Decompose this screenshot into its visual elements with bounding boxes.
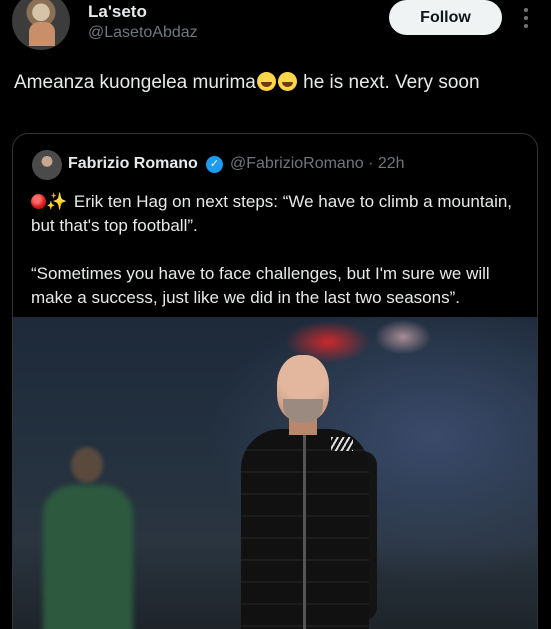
quoted-line-2: “Sometimes you have to face challenges, … — [31, 264, 490, 307]
tweet-text-part-2: he is next. Very soon — [297, 72, 480, 93]
tweet-text: Ameanza kuongelea murima he is next. Ver… — [14, 70, 534, 95]
avatar[interactable] — [12, 0, 70, 50]
more-options-icon[interactable] — [520, 4, 532, 32]
quoted-time: · 22h — [368, 155, 405, 172]
background-person — [33, 447, 143, 629]
quoted-author-name[interactable]: Fabrizio Romano — [68, 155, 198, 173]
author-handle[interactable]: @LasetoAbdaz — [88, 24, 198, 42]
quoted-line-1: Erik ten Hag on next steps: “We have to … — [31, 192, 513, 235]
quoted-tweet-photo[interactable] — [13, 317, 537, 629]
quoted-tweet-text: ✨ Erik ten Hag on next steps: “We have t… — [31, 190, 531, 334]
tweet-header: La'seto @LasetoAbdaz Follow — [0, 0, 551, 60]
sparkles-icon: ✨ — [46, 192, 68, 211]
follow-button[interactable]: Follow — [389, 0, 502, 35]
grinning-sweat-emoji-icon — [277, 72, 297, 91]
author-display-name[interactable]: La'seto — [88, 2, 147, 22]
tweet-text-part-1: Ameanza kuongelea murima — [14, 72, 256, 93]
quoted-avatar[interactable] — [32, 150, 62, 180]
red-circle-icon — [31, 194, 46, 209]
grinning-sweat-emoji-icon — [256, 72, 276, 91]
verified-badge-icon: ✓ — [206, 156, 223, 173]
photo-subject — [231, 355, 391, 629]
quoted-author-handle[interactable]: @FabrizioRomano — [230, 155, 364, 172]
quoted-tweet-card[interactable]: Fabrizio Romano ✓ @FabrizioRomano · 22h … — [12, 133, 538, 629]
quoted-author-handle-and-time: @FabrizioRomano · 22h — [230, 155, 405, 173]
